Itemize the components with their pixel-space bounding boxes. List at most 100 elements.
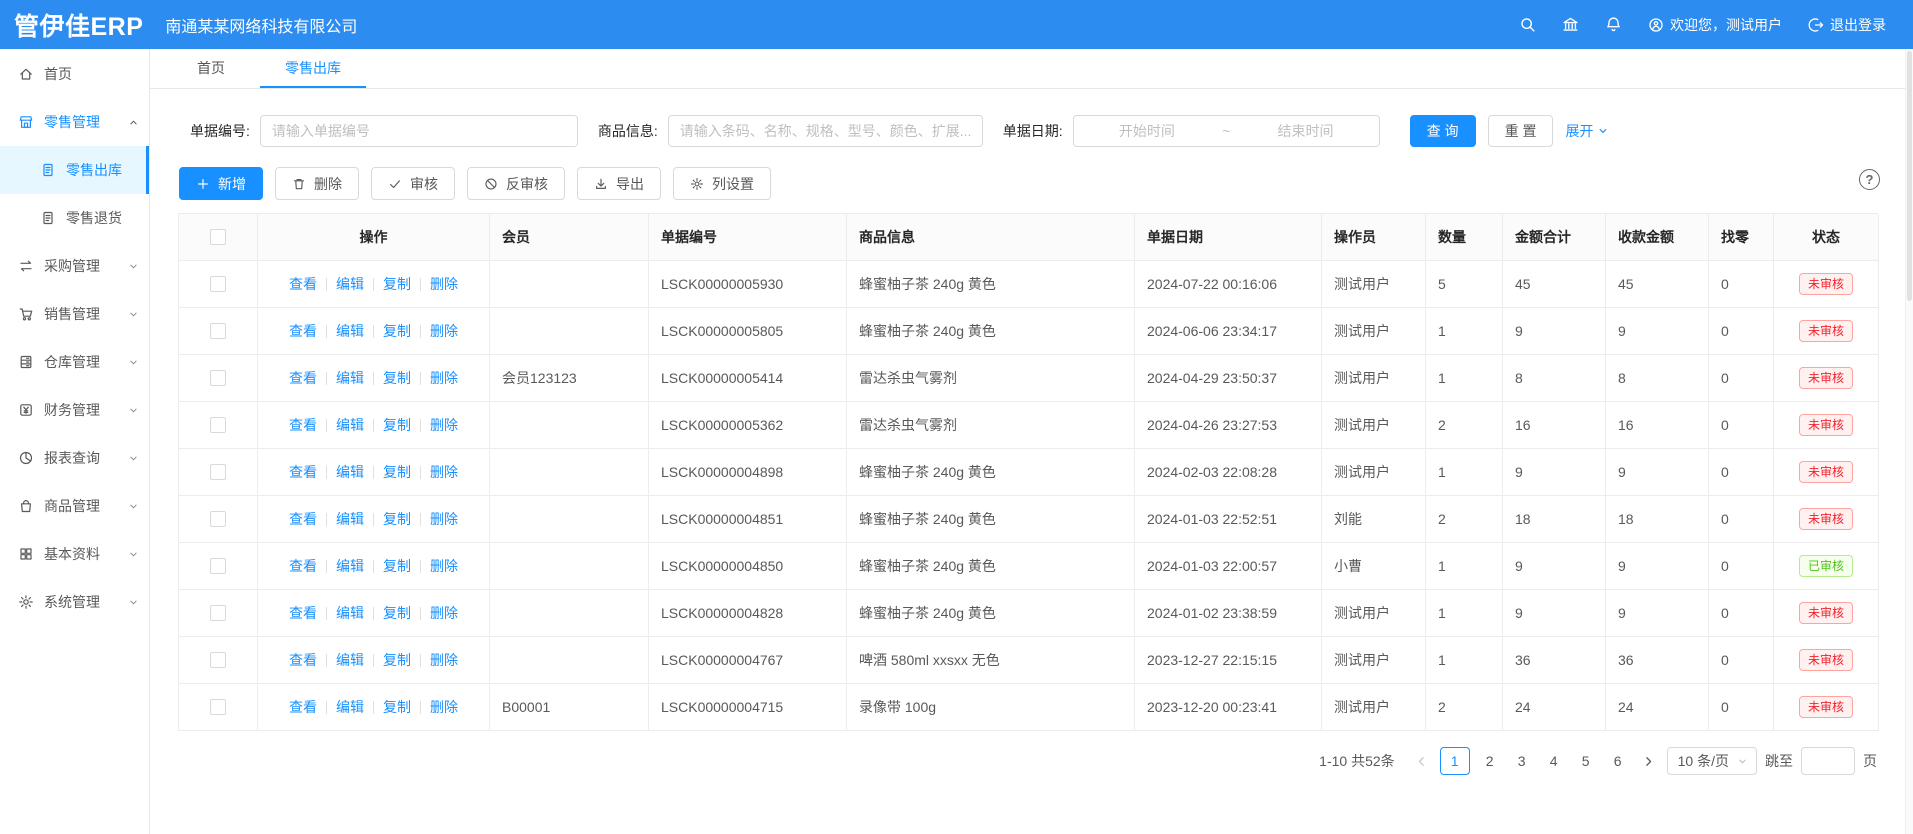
row-action-copy[interactable]: 复制 bbox=[383, 368, 411, 388]
action-separator bbox=[373, 654, 374, 667]
bank-icon[interactable] bbox=[1562, 16, 1579, 33]
unaudit-button[interactable]: 反审核 bbox=[467, 167, 565, 200]
row-action-copy[interactable]: 复制 bbox=[383, 274, 411, 294]
row-action-edit[interactable]: 编辑 bbox=[336, 603, 364, 623]
select-all-checkbox[interactable] bbox=[210, 229, 226, 245]
row-action-copy[interactable]: 复制 bbox=[383, 509, 411, 529]
row-action-edit[interactable]: 编辑 bbox=[336, 556, 364, 576]
user-menu[interactable]: 欢迎您，测试用户 bbox=[1648, 15, 1782, 35]
row-action-copy[interactable]: 复制 bbox=[383, 603, 411, 623]
expand-link[interactable]: 展开 bbox=[1565, 121, 1609, 141]
row-checkbox[interactable] bbox=[210, 464, 226, 480]
sidebar-item-system-manage[interactable]: 系统管理 bbox=[0, 578, 149, 626]
row-action-delete[interactable]: 删除 bbox=[430, 603, 458, 623]
search-icon[interactable] bbox=[1519, 16, 1536, 33]
row-action-delete[interactable]: 删除 bbox=[430, 650, 458, 670]
row-action-edit[interactable]: 编辑 bbox=[336, 321, 364, 341]
page-button-6[interactable]: 6 bbox=[1606, 747, 1630, 775]
status-badge: 未审核 bbox=[1799, 461, 1853, 483]
row-action-view[interactable]: 查看 bbox=[289, 415, 317, 435]
row-checkbox[interactable] bbox=[210, 558, 226, 574]
row-action-delete[interactable]: 删除 bbox=[430, 509, 458, 529]
row-action-edit[interactable]: 编辑 bbox=[336, 462, 364, 482]
sidebar-item-retail-return[interactable]: 零售退货 bbox=[0, 194, 149, 242]
sidebar-item-sale-manage[interactable]: 销售管理 bbox=[0, 290, 149, 338]
delete-button[interactable]: 删除 bbox=[275, 167, 359, 200]
row-action-edit[interactable]: 编辑 bbox=[336, 274, 364, 294]
action-separator bbox=[326, 278, 327, 291]
sidebar-item-retail-manage[interactable]: 零售管理 bbox=[0, 98, 149, 146]
row-action-delete[interactable]: 删除 bbox=[430, 415, 458, 435]
export-button[interactable]: 导出 bbox=[577, 167, 661, 200]
row-action-copy[interactable]: 复制 bbox=[383, 321, 411, 341]
row-action-delete[interactable]: 删除 bbox=[430, 697, 458, 717]
page-button-3[interactable]: 3 bbox=[1510, 747, 1534, 775]
sidebar-item-purchase-manage[interactable]: 采购管理 bbox=[0, 242, 149, 290]
row-action-copy[interactable]: 复制 bbox=[383, 556, 411, 576]
date-range-input[interactable]: 开始时间 ~ 结束时间 bbox=[1073, 115, 1380, 147]
row-action-copy[interactable]: 复制 bbox=[383, 462, 411, 482]
row-action-edit[interactable]: 编辑 bbox=[336, 650, 364, 670]
product-input[interactable] bbox=[668, 115, 983, 147]
sidebar-item-goods-manage[interactable]: 商品管理 bbox=[0, 482, 149, 530]
row-action-view[interactable]: 查看 bbox=[289, 556, 317, 576]
sidebar-item-basic-data[interactable]: 基本资料 bbox=[0, 530, 149, 578]
row-action-delete[interactable]: 删除 bbox=[430, 556, 458, 576]
cell-status: 未审核 bbox=[1774, 261, 1879, 308]
row-checkbox[interactable] bbox=[210, 605, 226, 621]
page-scrollbar[interactable] bbox=[1905, 49, 1913, 834]
search-button[interactable]: 查 询 bbox=[1410, 115, 1476, 147]
row-checkbox[interactable] bbox=[210, 652, 226, 668]
row-action-view[interactable]: 查看 bbox=[289, 274, 317, 294]
sidebar-item-retail-out[interactable]: 零售出库 bbox=[0, 146, 149, 194]
row-action-edit[interactable]: 编辑 bbox=[336, 368, 364, 388]
reset-button[interactable]: 重 置 bbox=[1488, 115, 1554, 147]
sidebar-item-report-query[interactable]: 报表查询 bbox=[0, 434, 149, 482]
help-button[interactable]: ? bbox=[1859, 169, 1880, 190]
row-checkbox[interactable] bbox=[210, 511, 226, 527]
row-checkbox[interactable] bbox=[210, 276, 226, 292]
row-action-view[interactable]: 查看 bbox=[289, 697, 317, 717]
row-action-copy[interactable]: 复制 bbox=[383, 415, 411, 435]
row-action-view[interactable]: 查看 bbox=[289, 603, 317, 623]
row-action-edit[interactable]: 编辑 bbox=[336, 415, 364, 435]
next-page-button[interactable] bbox=[1638, 755, 1659, 768]
row-action-edit[interactable]: 编辑 bbox=[336, 697, 364, 717]
logout-button[interactable]: 退出登录 bbox=[1808, 15, 1886, 35]
row-checkbox[interactable] bbox=[210, 323, 226, 339]
tab-retail-out[interactable]: 零售出库 bbox=[260, 49, 366, 88]
row-checkbox[interactable] bbox=[210, 370, 226, 386]
scrollbar-thumb[interactable] bbox=[1907, 51, 1912, 301]
tab-home[interactable]: 首页 bbox=[172, 49, 250, 88]
row-action-view[interactable]: 查看 bbox=[289, 462, 317, 482]
row-action-copy[interactable]: 复制 bbox=[383, 650, 411, 670]
row-action-copy[interactable]: 复制 bbox=[383, 697, 411, 717]
row-action-edit[interactable]: 编辑 bbox=[336, 509, 364, 529]
page-button-5[interactable]: 5 bbox=[1574, 747, 1598, 775]
sidebar-item-home[interactable]: 首页 bbox=[0, 50, 149, 98]
jump-input[interactable] bbox=[1801, 747, 1855, 775]
audit-button[interactable]: 审核 bbox=[371, 167, 455, 200]
column-settings-button[interactable]: 列设置 bbox=[673, 167, 771, 200]
row-checkbox[interactable] bbox=[210, 417, 226, 433]
page-button-2[interactable]: 2 bbox=[1478, 747, 1502, 775]
row-action-view[interactable]: 查看 bbox=[289, 321, 317, 341]
add-button[interactable]: 新增 bbox=[179, 167, 263, 200]
row-action-view[interactable]: 查看 bbox=[289, 368, 317, 388]
page-button-4[interactable]: 4 bbox=[1542, 747, 1566, 775]
row-action-view[interactable]: 查看 bbox=[289, 650, 317, 670]
page-button-1[interactable]: 1 bbox=[1440, 747, 1470, 775]
cell-qty: 2 bbox=[1426, 684, 1503, 731]
row-action-delete[interactable]: 删除 bbox=[430, 368, 458, 388]
row-action-delete[interactable]: 删除 bbox=[430, 321, 458, 341]
page-size-select[interactable]: 10 条/页 bbox=[1667, 747, 1757, 775]
bell-icon[interactable] bbox=[1605, 16, 1622, 33]
row-checkbox[interactable] bbox=[210, 699, 226, 715]
row-action-delete[interactable]: 删除 bbox=[430, 274, 458, 294]
sidebar-item-finance-manage[interactable]: 财务管理 bbox=[0, 386, 149, 434]
sidebar-item-warehouse-manage[interactable]: 仓库管理 bbox=[0, 338, 149, 386]
row-action-delete[interactable]: 删除 bbox=[430, 462, 458, 482]
bill-no-input[interactable] bbox=[260, 115, 578, 147]
row-action-view[interactable]: 查看 bbox=[289, 509, 317, 529]
prev-page-button[interactable] bbox=[1411, 755, 1432, 768]
